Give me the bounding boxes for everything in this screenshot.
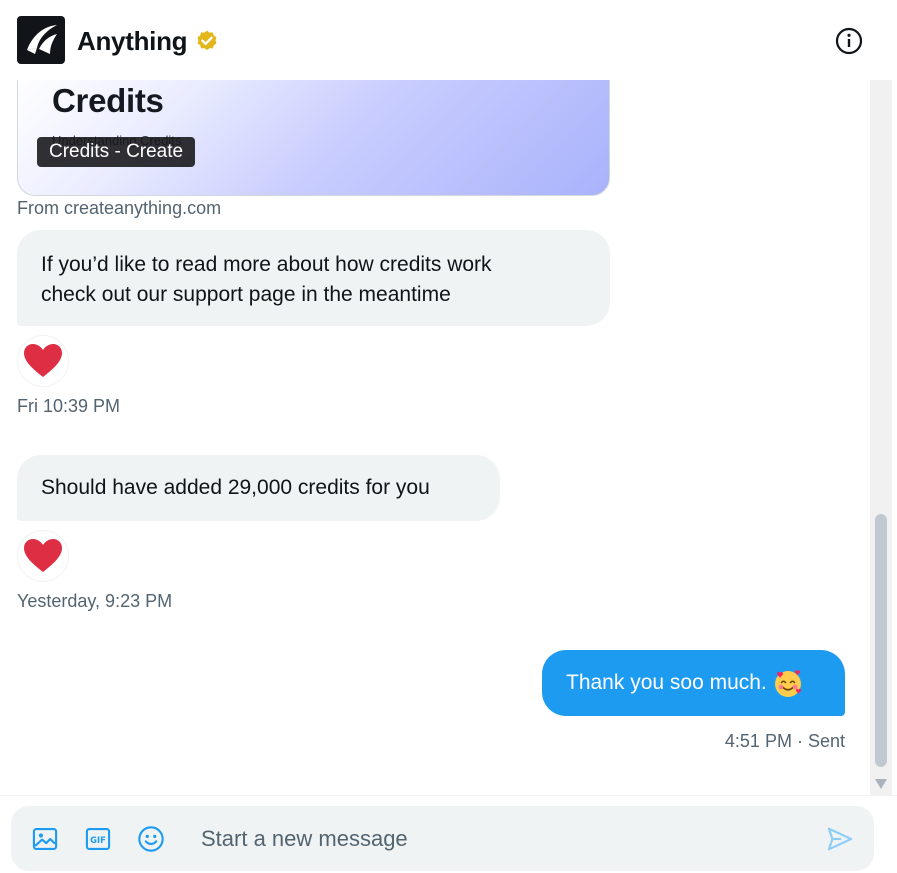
message-text: Should have added 29,000 credits for you xyxy=(41,476,430,499)
message-time: 4:51 PM xyxy=(724,731,792,751)
anything-logo-icon xyxy=(27,25,57,54)
verified-badge-icon xyxy=(197,30,217,51)
message-text: Thank you soo much. xyxy=(566,671,767,694)
scrollbar-thumb[interactable] xyxy=(875,514,887,767)
message-sent-status: Sent xyxy=(807,731,845,751)
message-composer: GIF xyxy=(11,806,874,871)
message-timestamp: Fri 10:39 PM xyxy=(17,396,121,416)
image-icon[interactable] xyxy=(31,825,59,853)
incoming-message-bubble[interactable]: Should have added 29,000 credits for you xyxy=(17,455,500,521)
message-status: 4:51 PM · Sent xyxy=(725,731,845,752)
message-text-line: If you’d like to read more about how cre… xyxy=(41,252,492,276)
incoming-message-bubble[interactable]: If you’d like to read more about how cre… xyxy=(17,230,610,326)
card-link-label: Credits - Create xyxy=(37,137,196,167)
card-title: Credits xyxy=(52,82,164,119)
message-input[interactable] xyxy=(201,820,801,858)
heart-icon xyxy=(24,344,62,377)
scroll-down-arrow-icon[interactable] xyxy=(875,779,887,789)
svg-text:GIF: GIF xyxy=(90,835,106,845)
smiling-face-with-hearts-icon xyxy=(774,670,801,697)
conversation-header: Anything xyxy=(0,0,892,80)
info-icon[interactable] xyxy=(834,26,864,56)
message-timestamp: Yesterday, 9:23 PM xyxy=(17,591,173,611)
avatar[interactable] xyxy=(17,16,65,64)
scrollbar[interactable] xyxy=(870,80,892,795)
link-preview-card[interactable]: Credits Understanding Credits Credits - … xyxy=(17,80,610,196)
conversation-title: Anything xyxy=(77,26,188,56)
heart-reaction[interactable] xyxy=(17,335,69,387)
link-source[interactable]: From createanything.com xyxy=(17,198,221,219)
separator-dot: · xyxy=(796,731,808,751)
message-list[interactable]: Credits Understanding Credits Credits - … xyxy=(0,80,870,795)
emoji-icon[interactable] xyxy=(137,825,165,853)
heart-reaction[interactable] xyxy=(17,530,69,582)
message-text-line: check out our support page in the meanti… xyxy=(41,282,451,306)
composer-divider xyxy=(0,795,897,796)
send-icon[interactable] xyxy=(826,825,854,853)
heart-icon xyxy=(24,539,62,572)
outgoing-message-bubble[interactable]: Thank you soo much. xyxy=(542,650,845,716)
gif-icon[interactable]: GIF xyxy=(84,825,112,853)
